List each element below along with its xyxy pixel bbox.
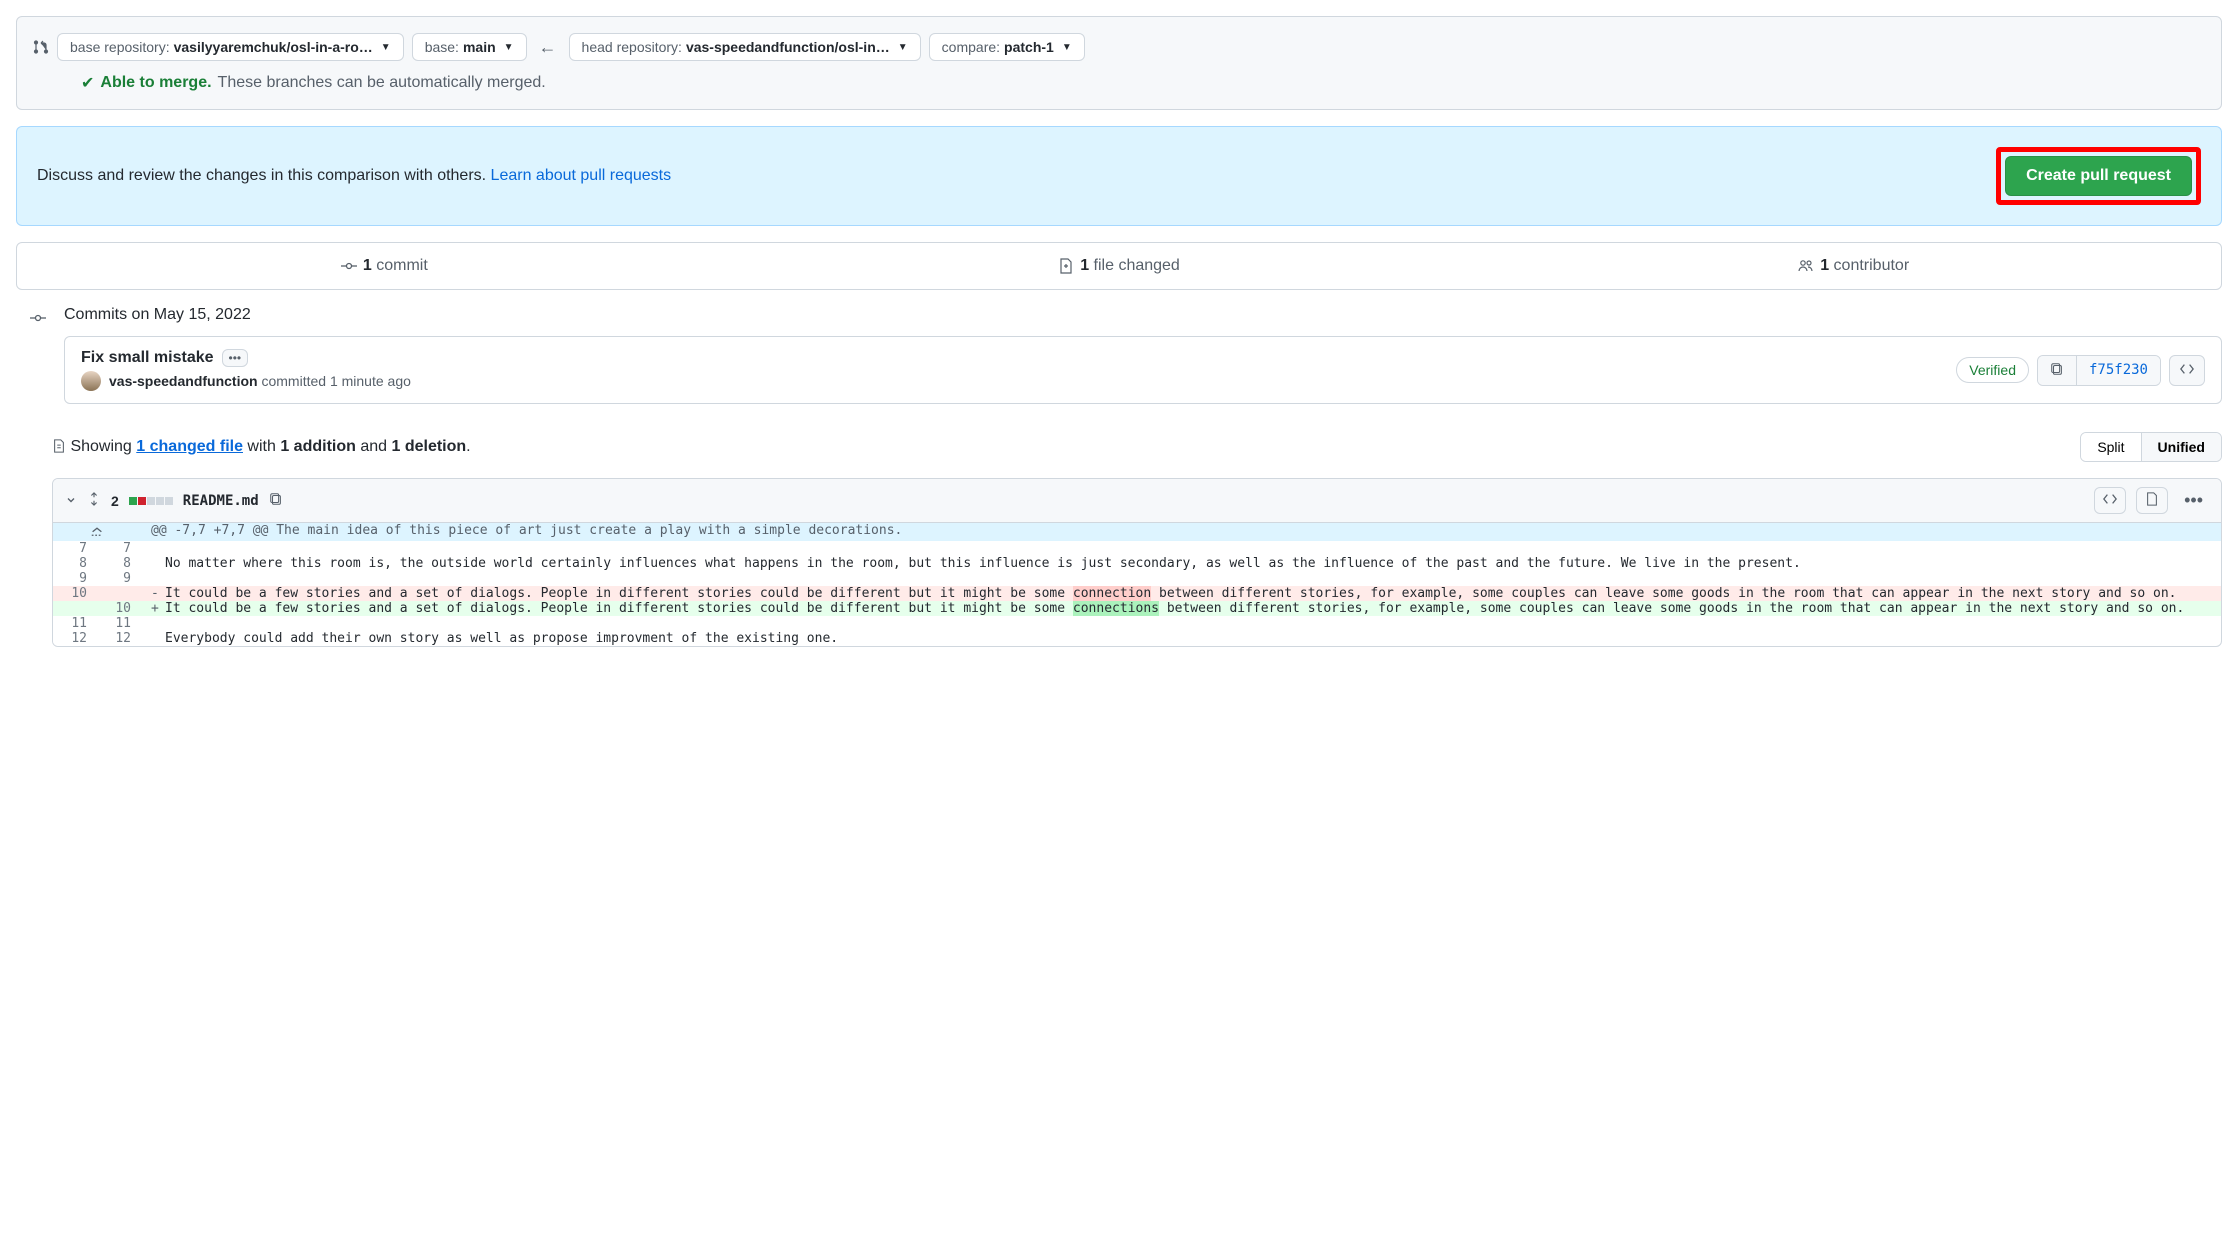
commit-author[interactable]: vas-speedandfunction: [109, 373, 258, 389]
hunk-row: @@ -7,7 +7,7 @@ The main idea of this pi…: [53, 523, 2221, 541]
stat-commits[interactable]: 1 commit: [17, 243, 752, 289]
copy-icon: [269, 492, 283, 506]
diff-line: 11 11: [53, 616, 2221, 631]
diff-summary-text: Showing 1 changed file with 1 addition a…: [52, 438, 471, 456]
base-repo-selector[interactable]: base repository: vasilyyaremchuk/osl-in-…: [57, 33, 404, 61]
check-icon: ✔: [81, 73, 94, 93]
file-name[interactable]: README.md: [183, 493, 259, 509]
merge-desc: These branches can be automatically merg…: [218, 74, 546, 92]
diff-table: @@ -7,7 +7,7 @@ The main idea of this pi…: [53, 523, 2221, 646]
diff-line-addition: 10 +It could be a few stories and a set …: [53, 601, 2221, 616]
expand-up-button[interactable]: [53, 523, 141, 541]
diff-view-toggle: Split Unified: [2080, 432, 2222, 462]
commit-icon: [341, 258, 357, 274]
compare-panel: base repository: vasilyyaremchuk/osl-in-…: [16, 16, 2222, 110]
create-pr-highlight: Create pull request: [1996, 147, 2201, 205]
hunk-header: @@ -7,7 +7,7 @@ The main idea of this pi…: [141, 523, 2221, 541]
discuss-banner: Discuss and review the changes in this c…: [16, 126, 2222, 226]
stat-files[interactable]: 1 file changed: [752, 243, 1487, 289]
diff-line-deletion: 10 -It could be a few stories and a set …: [53, 586, 2221, 601]
diff-line: 8 8 No matter where this room is, the ou…: [53, 556, 2221, 571]
chevron-down-icon[interactable]: [65, 493, 77, 509]
arrow-left-icon: ←: [535, 37, 561, 58]
view-source-button[interactable]: [2094, 487, 2126, 514]
commit-icon: [30, 310, 46, 326]
discuss-text: Discuss and review the changes in this c…: [37, 167, 491, 184]
commit-title[interactable]: Fix small mistake: [81, 349, 214, 367]
merge-status: ✔ Able to merge. These branches can be a…: [33, 73, 2205, 93]
commit-row: Fix small mistake ••• vas-speedandfuncti…: [64, 336, 2222, 404]
code-icon: [2180, 362, 2194, 376]
diff-line: 12 12 Everybody could add their own stor…: [53, 631, 2221, 646]
commit-sha-link[interactable]: f75f230: [2076, 356, 2160, 385]
file-change-count: 2: [111, 493, 119, 509]
copy-icon: [2050, 362, 2064, 376]
chevron-down-icon: ▼: [1062, 42, 1072, 53]
people-icon: [1798, 258, 1814, 274]
chevron-down-icon: ▼: [504, 42, 514, 53]
file-diff-icon: [1058, 258, 1074, 274]
file-menu-button[interactable]: •••: [2178, 490, 2209, 511]
file-diff-icon: [52, 439, 66, 453]
avatar[interactable]: [81, 371, 101, 391]
head-repo-selector[interactable]: head repository: vas-speedandfunction/os…: [569, 33, 921, 61]
commit-time: committed 1 minute ago: [258, 373, 411, 389]
copy-sha-button[interactable]: [2038, 356, 2076, 385]
split-view-button[interactable]: Split: [2081, 433, 2140, 461]
chevron-down-icon: ▼: [381, 42, 391, 53]
commits-date-header: Commits on May 15, 2022: [16, 306, 2222, 324]
diffstat: [129, 497, 173, 505]
file-diff: 2 README.md ••• @@ -7,7 +7,7 @@ The main…: [52, 478, 2222, 647]
code-icon: [2103, 492, 2117, 506]
copy-path-button[interactable]: [269, 492, 283, 509]
merge-able-label: Able to merge.: [100, 74, 211, 92]
diff-line: 9 9: [53, 571, 2221, 586]
compare-branch-selector[interactable]: compare: patch-1 ▼: [929, 33, 1085, 61]
browse-code-button[interactable]: [2169, 355, 2205, 386]
commit-expand-button[interactable]: •••: [222, 349, 249, 367]
base-branch-selector[interactable]: base: main ▼: [412, 33, 527, 61]
unfold-icon: [90, 523, 104, 537]
diff-line: 7 7: [53, 541, 2221, 556]
git-compare-icon: [33, 39, 49, 55]
stat-contributors[interactable]: 1 contributor: [1486, 243, 2221, 289]
learn-pr-link[interactable]: Learn about pull requests: [491, 167, 672, 184]
diff-stats: 1 commit 1 file changed 1 contributor: [16, 242, 2222, 290]
unified-view-button[interactable]: Unified: [2141, 433, 2221, 461]
file-icon: [2145, 492, 2159, 506]
expand-all-icon[interactable]: [87, 492, 101, 509]
view-file-button[interactable]: [2136, 487, 2168, 514]
verified-badge[interactable]: Verified: [1956, 357, 2029, 383]
changed-files-link[interactable]: 1 changed file: [136, 438, 243, 455]
create-pull-request-button[interactable]: Create pull request: [2005, 156, 2192, 196]
chevron-down-icon: ▼: [898, 42, 908, 53]
commit-sha-group: f75f230: [2037, 355, 2161, 386]
